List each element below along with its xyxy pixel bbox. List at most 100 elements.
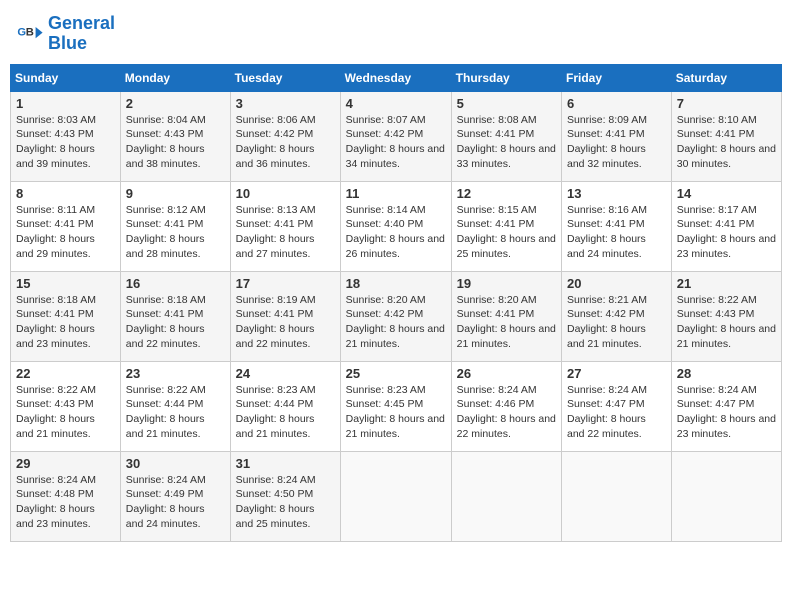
cell-info: Sunrise: 8:15 AMSunset: 4:41 PMDaylight:… <box>457 203 556 262</box>
calendar-week-3: 15 Sunrise: 8:18 AMSunset: 4:41 PMDaylig… <box>11 271 782 361</box>
day-number: 23 <box>126 366 225 381</box>
day-number: 30 <box>126 456 225 471</box>
day-number: 11 <box>346 186 446 201</box>
weekday-saturday: Saturday <box>671 64 781 91</box>
calendar-cell: 19 Sunrise: 8:20 AMSunset: 4:41 PMDaylig… <box>451 271 561 361</box>
day-number: 25 <box>346 366 446 381</box>
cell-info: Sunrise: 8:22 AMSunset: 4:44 PMDaylight:… <box>126 383 225 442</box>
cell-info: Sunrise: 8:13 AMSunset: 4:41 PMDaylight:… <box>236 203 335 262</box>
day-number: 24 <box>236 366 335 381</box>
cell-info: Sunrise: 8:22 AMSunset: 4:43 PMDaylight:… <box>16 383 115 442</box>
calendar-cell: 29 Sunrise: 8:24 AMSunset: 4:48 PMDaylig… <box>11 451 121 541</box>
day-number: 27 <box>567 366 666 381</box>
calendar-cell: 11 Sunrise: 8:14 AMSunset: 4:40 PMDaylig… <box>340 181 451 271</box>
calendar-cell: 18 Sunrise: 8:20 AMSunset: 4:42 PMDaylig… <box>340 271 451 361</box>
svg-text:G: G <box>17 26 26 38</box>
calendar-cell: 28 Sunrise: 8:24 AMSunset: 4:47 PMDaylig… <box>671 361 781 451</box>
day-number: 13 <box>567 186 666 201</box>
calendar-cell: 24 Sunrise: 8:23 AMSunset: 4:44 PMDaylig… <box>230 361 340 451</box>
cell-info: Sunrise: 8:21 AMSunset: 4:42 PMDaylight:… <box>567 293 666 352</box>
cell-info: Sunrise: 8:12 AMSunset: 4:41 PMDaylight:… <box>126 203 225 262</box>
weekday-thursday: Thursday <box>451 64 561 91</box>
calendar-cell: 12 Sunrise: 8:15 AMSunset: 4:41 PMDaylig… <box>451 181 561 271</box>
calendar-cell: 21 Sunrise: 8:22 AMSunset: 4:43 PMDaylig… <box>671 271 781 361</box>
weekday-monday: Monday <box>120 64 230 91</box>
calendar-cell: 30 Sunrise: 8:24 AMSunset: 4:49 PMDaylig… <box>120 451 230 541</box>
day-number: 9 <box>126 186 225 201</box>
calendar-cell: 22 Sunrise: 8:22 AMSunset: 4:43 PMDaylig… <box>11 361 121 451</box>
day-number: 16 <box>126 276 225 291</box>
cell-info: Sunrise: 8:20 AMSunset: 4:41 PMDaylight:… <box>457 293 556 352</box>
cell-info: Sunrise: 8:18 AMSunset: 4:41 PMDaylight:… <box>16 293 115 352</box>
day-number: 21 <box>677 276 776 291</box>
cell-info: Sunrise: 8:22 AMSunset: 4:43 PMDaylight:… <box>677 293 776 352</box>
calendar-cell <box>451 451 561 541</box>
calendar-cell: 31 Sunrise: 8:24 AMSunset: 4:50 PMDaylig… <box>230 451 340 541</box>
day-number: 8 <box>16 186 115 201</box>
calendar-cell: 9 Sunrise: 8:12 AMSunset: 4:41 PMDayligh… <box>120 181 230 271</box>
calendar-cell: 14 Sunrise: 8:17 AMSunset: 4:41 PMDaylig… <box>671 181 781 271</box>
cell-info: Sunrise: 8:18 AMSunset: 4:41 PMDaylight:… <box>126 293 225 352</box>
calendar-cell <box>340 451 451 541</box>
cell-info: Sunrise: 8:16 AMSunset: 4:41 PMDaylight:… <box>567 203 666 262</box>
cell-info: Sunrise: 8:06 AMSunset: 4:42 PMDaylight:… <box>236 113 335 172</box>
calendar-cell <box>562 451 672 541</box>
day-number: 22 <box>16 366 115 381</box>
day-number: 28 <box>677 366 776 381</box>
day-number: 29 <box>16 456 115 471</box>
day-number: 7 <box>677 96 776 111</box>
calendar-cell: 8 Sunrise: 8:11 AMSunset: 4:41 PMDayligh… <box>11 181 121 271</box>
calendar-cell: 6 Sunrise: 8:09 AMSunset: 4:41 PMDayligh… <box>562 91 672 181</box>
cell-info: Sunrise: 8:23 AMSunset: 4:44 PMDaylight:… <box>236 383 335 442</box>
weekday-header-row: SundayMondayTuesdayWednesdayThursdayFrid… <box>11 64 782 91</box>
calendar-cell: 1 Sunrise: 8:03 AMSunset: 4:43 PMDayligh… <box>11 91 121 181</box>
calendar-cell: 2 Sunrise: 8:04 AMSunset: 4:43 PMDayligh… <box>120 91 230 181</box>
day-number: 2 <box>126 96 225 111</box>
calendar-cell: 27 Sunrise: 8:24 AMSunset: 4:47 PMDaylig… <box>562 361 672 451</box>
cell-info: Sunrise: 8:09 AMSunset: 4:41 PMDaylight:… <box>567 113 666 172</box>
logo-text: General Blue <box>48 14 115 54</box>
weekday-friday: Friday <box>562 64 672 91</box>
cell-info: Sunrise: 8:23 AMSunset: 4:45 PMDaylight:… <box>346 383 446 442</box>
cell-info: Sunrise: 8:24 AMSunset: 4:47 PMDaylight:… <box>567 383 666 442</box>
calendar-week-1: 1 Sunrise: 8:03 AMSunset: 4:43 PMDayligh… <box>11 91 782 181</box>
day-number: 31 <box>236 456 335 471</box>
calendar-table: SundayMondayTuesdayWednesdayThursdayFrid… <box>10 64 782 542</box>
logo-icon: G B <box>16 20 44 48</box>
day-number: 6 <box>567 96 666 111</box>
cell-info: Sunrise: 8:24 AMSunset: 4:46 PMDaylight:… <box>457 383 556 442</box>
cell-info: Sunrise: 8:03 AMSunset: 4:43 PMDaylight:… <box>16 113 115 172</box>
calendar-cell: 16 Sunrise: 8:18 AMSunset: 4:41 PMDaylig… <box>120 271 230 361</box>
calendar-cell <box>671 451 781 541</box>
cell-info: Sunrise: 8:11 AMSunset: 4:41 PMDaylight:… <box>16 203 115 262</box>
day-number: 12 <box>457 186 556 201</box>
svg-text:B: B <box>26 26 34 38</box>
day-number: 26 <box>457 366 556 381</box>
cell-info: Sunrise: 8:07 AMSunset: 4:42 PMDaylight:… <box>346 113 446 172</box>
day-number: 20 <box>567 276 666 291</box>
day-number: 4 <box>346 96 446 111</box>
calendar-cell: 25 Sunrise: 8:23 AMSunset: 4:45 PMDaylig… <box>340 361 451 451</box>
cell-info: Sunrise: 8:24 AMSunset: 4:49 PMDaylight:… <box>126 473 225 532</box>
cell-info: Sunrise: 8:24 AMSunset: 4:50 PMDaylight:… <box>236 473 335 532</box>
day-number: 19 <box>457 276 556 291</box>
calendar-week-2: 8 Sunrise: 8:11 AMSunset: 4:41 PMDayligh… <box>11 181 782 271</box>
calendar-week-4: 22 Sunrise: 8:22 AMSunset: 4:43 PMDaylig… <box>11 361 782 451</box>
logo: G B General Blue <box>16 14 115 54</box>
cell-info: Sunrise: 8:10 AMSunset: 4:41 PMDaylight:… <box>677 113 776 172</box>
calendar-week-5: 29 Sunrise: 8:24 AMSunset: 4:48 PMDaylig… <box>11 451 782 541</box>
day-number: 18 <box>346 276 446 291</box>
calendar-cell: 20 Sunrise: 8:21 AMSunset: 4:42 PMDaylig… <box>562 271 672 361</box>
calendar-cell: 17 Sunrise: 8:19 AMSunset: 4:41 PMDaylig… <box>230 271 340 361</box>
day-number: 3 <box>236 96 335 111</box>
cell-info: Sunrise: 8:04 AMSunset: 4:43 PMDaylight:… <box>126 113 225 172</box>
calendar-cell: 3 Sunrise: 8:06 AMSunset: 4:42 PMDayligh… <box>230 91 340 181</box>
cell-info: Sunrise: 8:14 AMSunset: 4:40 PMDaylight:… <box>346 203 446 262</box>
weekday-tuesday: Tuesday <box>230 64 340 91</box>
cell-info: Sunrise: 8:19 AMSunset: 4:41 PMDaylight:… <box>236 293 335 352</box>
calendar-cell: 7 Sunrise: 8:10 AMSunset: 4:41 PMDayligh… <box>671 91 781 181</box>
calendar-body: 1 Sunrise: 8:03 AMSunset: 4:43 PMDayligh… <box>11 91 782 541</box>
page-header: G B General Blue <box>10 10 782 58</box>
cell-info: Sunrise: 8:20 AMSunset: 4:42 PMDaylight:… <box>346 293 446 352</box>
day-number: 15 <box>16 276 115 291</box>
